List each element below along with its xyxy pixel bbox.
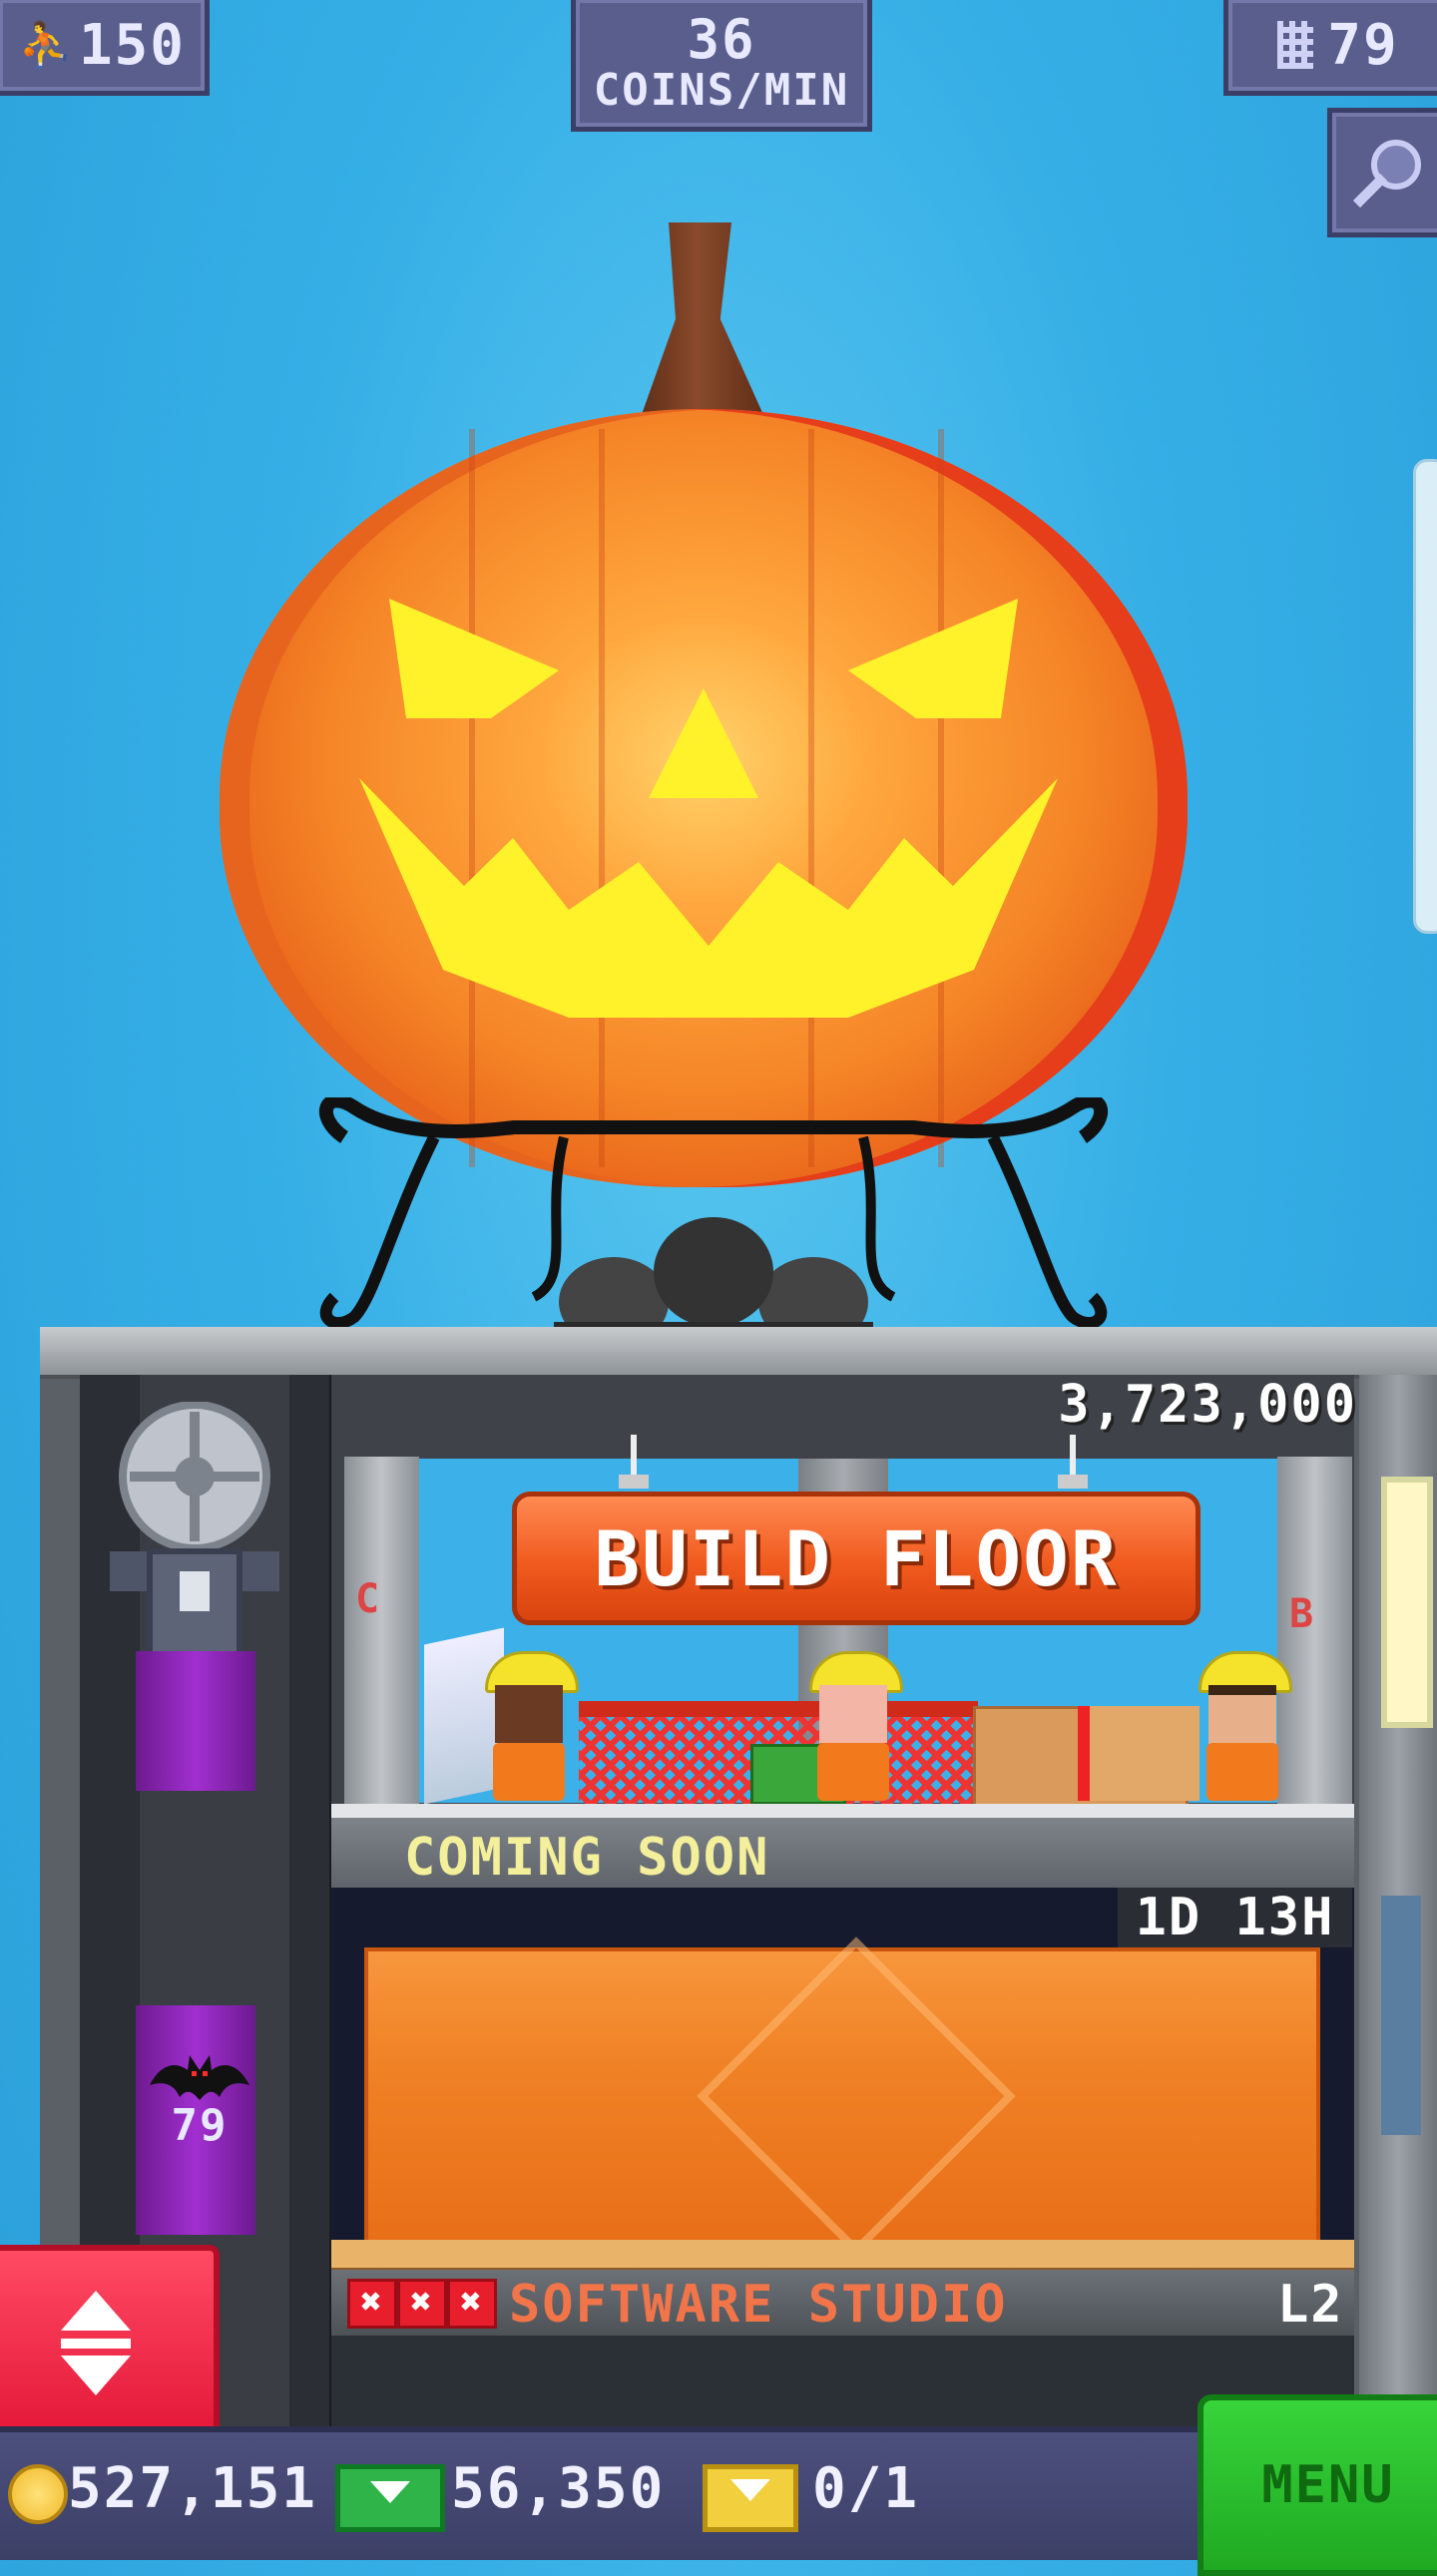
construction-worker[interactable]	[1193, 1651, 1292, 1801]
studio-level: L2	[1277, 2275, 1344, 2335]
worker-face	[495, 1685, 563, 1743]
empty-slot-icon: ✖	[447, 2279, 497, 2329]
worker-body	[1206, 1743, 1278, 1801]
crate	[1078, 1706, 1199, 1801]
magnifier-icon	[1352, 140, 1421, 209]
tickets-value: 0/1	[812, 2456, 920, 2521]
bux-value: 56,350	[451, 2456, 666, 2521]
coins-per-minute-panel: 36 COINS/MIN	[571, 0, 872, 132]
empty-slot-icon: ✖	[397, 2279, 447, 2329]
pumpkin-rib	[469, 429, 475, 1167]
left-post	[344, 1457, 419, 1806]
ticket-icon[interactable]	[703, 2464, 798, 2532]
elevator-counterweight	[136, 1651, 255, 1791]
zoom-button[interactable]	[1327, 108, 1437, 237]
iron-stand	[319, 1097, 1108, 1337]
pumpkin-stem	[634, 222, 773, 437]
construction-worker[interactable]	[479, 1651, 579, 1801]
pumpkin-rib	[808, 429, 814, 1167]
pumpkin-rib	[599, 429, 605, 1167]
bux-icon[interactable]	[335, 2464, 445, 2532]
floor-letter-right: B	[1289, 1591, 1316, 1637]
tower-roof	[40, 1327, 1437, 1379]
coming-soon-label: COMING SOON	[404, 1828, 770, 1888]
bat-icon	[150, 2055, 249, 2100]
elevator-button[interactable]	[0, 2245, 220, 2436]
rail-window	[1381, 1477, 1433, 1728]
coins-per-minute-label: COINS/MIN	[593, 65, 850, 116]
construction-timer: 1D 13H	[1118, 1888, 1352, 1947]
population-counter[interactable]: ⛹ 150	[0, 0, 210, 96]
coin-icon	[8, 2464, 68, 2524]
worker-body	[493, 1743, 565, 1801]
elevator-floor-number: 79	[171, 2100, 229, 2151]
floor-strip	[331, 1804, 1354, 1818]
floor-letter-left: C	[355, 1576, 382, 1622]
empty-slot-icon: ✖	[347, 2279, 397, 2329]
floor-board	[331, 2240, 1354, 2274]
build-floor-label: BUILD FLOOR	[594, 1513, 1119, 1603]
elevator-motor	[110, 1402, 279, 1689]
floors-value: 79	[1327, 12, 1399, 78]
rail-window	[1381, 1896, 1421, 2135]
building-icon	[1277, 21, 1314, 69]
population-value: 150	[78, 12, 186, 78]
construction-worker[interactable]	[803, 1651, 903, 1801]
coins-per-minute-value: 36	[687, 8, 756, 71]
side-scroll-tab[interactable]	[1413, 459, 1437, 934]
pumpkin-roof-decoration[interactable]	[220, 219, 1198, 1337]
floors-counter[interactable]: 79	[1223, 0, 1437, 96]
build-price: 3,723,000	[1058, 1375, 1357, 1435]
menu-button[interactable]: MENU	[1198, 2394, 1437, 2576]
worker-face	[819, 1685, 887, 1743]
pumpkin-rib	[938, 429, 944, 1167]
coins-value: 527,151	[68, 2456, 318, 2521]
studio-name: SOFTWARE STUDIO	[509, 2275, 1008, 2335]
up-down-arrows-icon	[61, 2291, 131, 2395]
build-floor-button[interactable]: BUILD FLOOR	[512, 1492, 1200, 1625]
menu-label: MENU	[1261, 2455, 1395, 2515]
sign-hangers	[619, 1435, 1088, 1489]
person-icon: ⛹	[18, 20, 75, 71]
worker-body	[817, 1743, 889, 1801]
